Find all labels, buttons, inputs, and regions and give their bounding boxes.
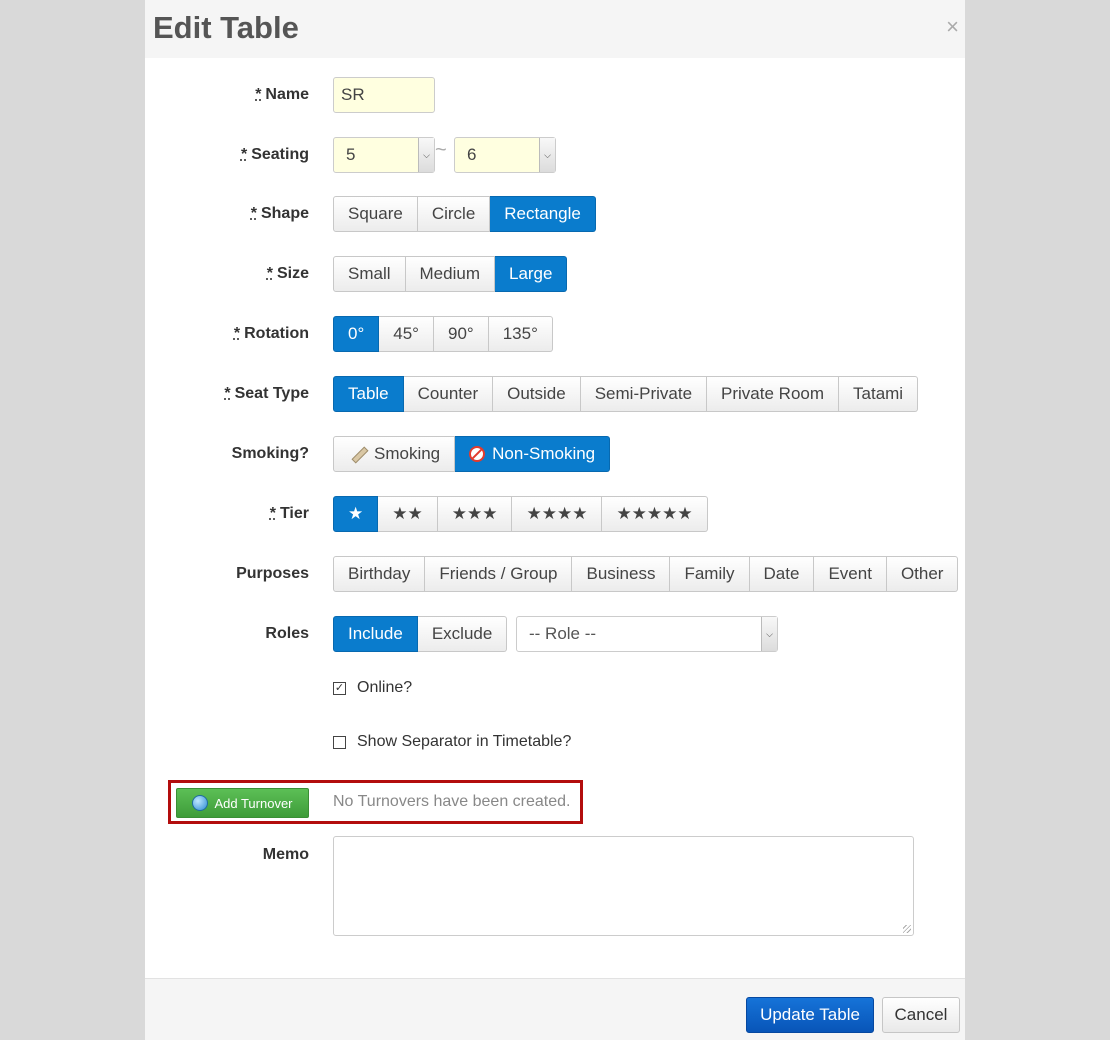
- purposes-button-group: Birthday Friends / Group Business Family…: [333, 556, 959, 592]
- memo-label: Memo: [262, 846, 309, 863]
- update-table-button[interactable]: Update Table: [746, 997, 874, 1033]
- cigarette-icon: [348, 444, 368, 464]
- close-icon[interactable]: ×: [946, 16, 959, 38]
- seat-type-option-table[interactable]: Table: [333, 376, 404, 412]
- roles-label: Roles: [265, 625, 309, 642]
- tier-option-1[interactable]: ★: [333, 496, 379, 532]
- rotation-option-90[interactable]: 90°: [433, 316, 489, 352]
- rotation-label: * Rotation: [233, 325, 309, 342]
- dialog-footer: Update Table Cancel: [145, 978, 965, 1040]
- rotation-option-45[interactable]: 45°: [379, 316, 434, 352]
- roles-option-exclude[interactable]: Exclude: [417, 616, 508, 652]
- add-globe-icon: [192, 795, 209, 811]
- tier-label: * Tier: [269, 505, 309, 522]
- edit-table-dialog: Edit Table × *Name *Seating 5 ⌵ ~ 6 ⌵ *S…: [145, 0, 965, 1040]
- chevron-down-icon: ⌵: [539, 138, 555, 172]
- smoking-row: Smoking? Smoking Non-Smoking: [145, 436, 965, 472]
- smoking-button-group: Smoking Non-Smoking: [333, 436, 611, 472]
- rotation-option-135[interactable]: 135°: [488, 316, 553, 352]
- smoking-option[interactable]: Smoking: [333, 436, 456, 472]
- roles-row: Roles Include Exclude -- Role -- ⌵: [145, 616, 965, 652]
- size-button-group: Small Medium Large: [333, 256, 568, 292]
- online-checkbox[interactable]: ✓: [333, 681, 346, 695]
- online-checkbox-row[interactable]: ✓ Online?: [333, 679, 412, 697]
- shape-label: * Shape: [250, 205, 309, 222]
- shape-option-rectangle[interactable]: Rectangle: [490, 196, 596, 232]
- seat-type-button-group: Table Counter Outside Semi-Private Priva…: [333, 376, 919, 412]
- seating-label: * Seating: [240, 146, 309, 163]
- tier-option-5[interactable]: ★★★★★: [602, 496, 708, 532]
- seat-type-row: * Seat Type Table Counter Outside Semi-Pr…: [145, 376, 965, 412]
- name-row: * Name: [145, 77, 965, 113]
- seating-range-separator: ~: [435, 139, 447, 161]
- tier-option-2[interactable]: ★★: [378, 496, 438, 532]
- purpose-option-friends-group[interactable]: Friends / Group: [425, 556, 573, 592]
- roles-button-group: Include Exclude: [333, 616, 508, 652]
- rotation-option-0[interactable]: 0°: [333, 316, 380, 352]
- purpose-option-family[interactable]: Family: [670, 556, 750, 592]
- seat-type-option-tatami[interactable]: Tatami: [839, 376, 919, 412]
- purpose-option-birthday[interactable]: Birthday: [333, 556, 426, 592]
- name-control: [333, 77, 435, 113]
- shape-button-group: Square Circle Rectangle: [333, 196, 596, 232]
- name-label: * Name: [255, 86, 309, 103]
- resize-grip-icon[interactable]: [903, 925, 911, 933]
- non-smoking-option[interactable]: Non-Smoking: [455, 436, 611, 472]
- separator-checkbox[interactable]: [333, 735, 346, 749]
- role-select[interactable]: -- Role -- ⌵: [516, 616, 778, 652]
- smoking-label: Smoking?: [231, 445, 309, 462]
- seat-type-option-outside[interactable]: Outside: [493, 376, 581, 412]
- purpose-option-business[interactable]: Business: [572, 556, 671, 592]
- shape-row: * Shape Square Circle Rectangle: [145, 196, 965, 232]
- size-option-large[interactable]: Large: [494, 256, 568, 292]
- name-input[interactable]: [333, 77, 435, 113]
- size-option-small[interactable]: Small: [333, 256, 406, 292]
- separator-checkbox-row[interactable]: Show Separator in Timetable?: [333, 733, 571, 751]
- seating-max-select[interactable]: 6 ⌵: [454, 137, 556, 173]
- tier-option-4[interactable]: ★★★★: [512, 496, 603, 532]
- purposes-label: Purposes: [236, 565, 309, 582]
- online-label: Online?: [357, 679, 413, 696]
- tier-option-3[interactable]: ★★★: [437, 496, 513, 532]
- tier-row: * Tier ★ ★★ ★★★ ★★★★ ★★★★★: [145, 496, 965, 532]
- purpose-option-event[interactable]: Event: [814, 556, 887, 592]
- seat-type-option-counter[interactable]: Counter: [403, 376, 494, 412]
- size-label: * Size: [266, 265, 309, 282]
- seat-type-option-semi-private[interactable]: Semi-Private: [580, 376, 708, 412]
- cancel-button[interactable]: Cancel: [882, 997, 960, 1033]
- shape-option-circle[interactable]: Circle: [417, 196, 491, 232]
- add-turnover-button[interactable]: Add Turnover: [176, 788, 309, 818]
- no-turnovers-text: No Turnovers have been created.: [333, 793, 571, 810]
- chevron-down-icon: ⌵: [761, 617, 777, 651]
- seating-row: * Seating 5 ⌵ ~ 6 ⌵: [145, 137, 965, 173]
- purpose-option-other[interactable]: Other: [886, 556, 959, 592]
- seat-type-option-private-room[interactable]: Private Room: [707, 376, 840, 412]
- separator-label: Show Separator in Timetable?: [357, 733, 572, 750]
- size-row: * Size Small Medium Large: [145, 256, 965, 292]
- chevron-down-icon: ⌵: [418, 138, 434, 172]
- seating-control: 5 ⌵ ~ 6 ⌵: [333, 137, 563, 173]
- seat-type-label: * Seat Type: [224, 385, 309, 402]
- purposes-row: Purposes Birthday Friends / Group Busine…: [145, 556, 965, 592]
- dialog-title: Edit Table: [153, 10, 299, 45]
- rotation-row: * Rotation 0° 45° 90° 135°: [145, 316, 965, 352]
- rotation-button-group: 0° 45° 90° 135°: [333, 316, 553, 352]
- no-smoking-icon: [469, 446, 486, 462]
- seating-min-select[interactable]: 5 ⌵: [333, 137, 435, 173]
- memo-textarea[interactable]: [333, 836, 914, 936]
- roles-option-include[interactable]: Include: [333, 616, 418, 652]
- purpose-option-date[interactable]: Date: [749, 556, 815, 592]
- dialog-header: Edit Table ×: [145, 0, 965, 58]
- size-option-medium[interactable]: Medium: [405, 256, 495, 292]
- tier-button-group: ★ ★★ ★★★ ★★★★ ★★★★★: [333, 496, 708, 532]
- shape-option-square[interactable]: Square: [333, 196, 418, 232]
